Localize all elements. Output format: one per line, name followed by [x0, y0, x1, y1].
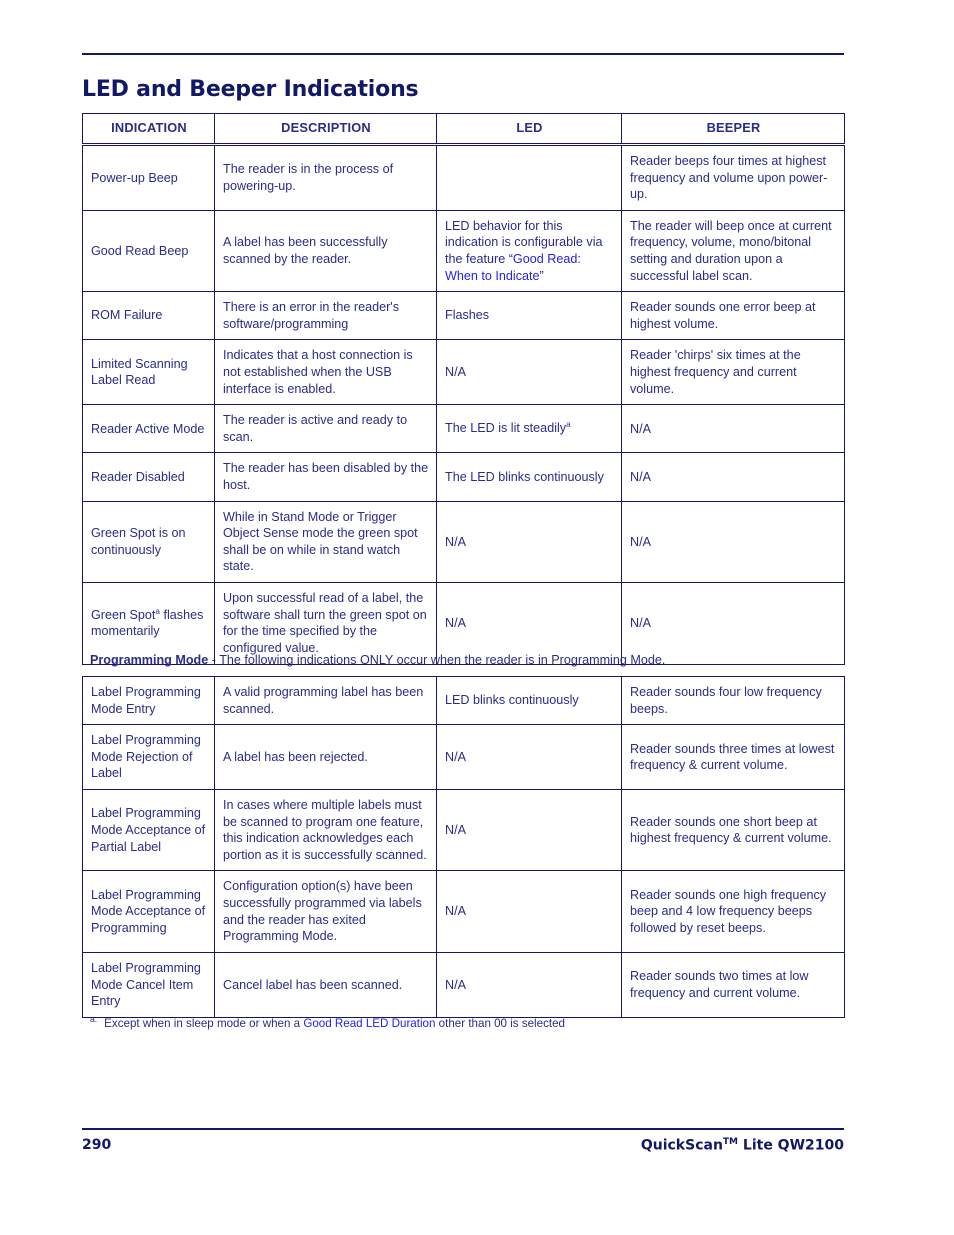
cell-indication: Good Read Beep: [82, 209, 215, 293]
page-title: LED and Beeper Indications: [82, 76, 419, 102]
cell-description: The reader has been disabled by the host…: [214, 452, 437, 502]
cell-description: Indicates that a host connection is not …: [214, 339, 437, 406]
cell-description: Cancel label has been scanned.: [214, 951, 437, 1018]
led-text: The LED is lit steadily: [445, 421, 567, 436]
table-body: Power-up Beep The reader is in the proces…: [82, 143, 845, 665]
cell-beeper: N/A: [621, 500, 845, 584]
cell-led: N/A: [436, 724, 622, 791]
cell-indication: Label Programming Mode Entry: [82, 675, 215, 726]
column-header-led: LED: [436, 113, 622, 146]
table-row: Reader Disabled The reader has been disab…: [82, 452, 845, 502]
cell-description: There is an error in the reader's softwa…: [214, 291, 437, 341]
document-page: LED and Beeper Indications INDICATION DE…: [82, 0, 845, 1235]
table-header-row: INDICATION DESCRIPTION LED BEEPER: [82, 113, 845, 146]
column-header-description: DESCRIPTION: [214, 113, 437, 146]
table-row: Good Read Beep A label has been successfu…: [82, 209, 845, 293]
table-row: ROM Failure There is an error in the read…: [82, 291, 845, 341]
cell-description: A label has been rejected.: [214, 724, 437, 791]
column-header-beeper: BEEPER: [621, 113, 845, 146]
cell-led: N/A: [436, 500, 622, 584]
footer-rule: [82, 1128, 844, 1130]
led-beeper-indications-table: INDICATION DESCRIPTION LED BEEPER Power-…: [82, 113, 845, 665]
product-name-footer: QuickScanTM Lite QW2100: [641, 1137, 844, 1154]
cell-indication: Limited Scanning Label Read: [82, 339, 215, 406]
cell-indication: Label Programming Mode Acceptance of Pro…: [82, 870, 215, 953]
footnote-marker: a.: [90, 1014, 98, 1024]
cell-indication: Green Spota flashes momentarily: [82, 582, 215, 665]
cell-description: The reader is in the process of powering…: [214, 143, 437, 211]
cell-description: In cases where multiple labels must be s…: [214, 789, 437, 872]
cell-led: [436, 143, 622, 211]
cell-indication: Green Spot is on continuously: [82, 500, 215, 584]
cell-description: A valid programming label has been scann…: [214, 675, 437, 726]
footnote: a. Except when in sleep mode or when a Go…: [90, 1014, 565, 1030]
cell-indication: Label Programming Mode Cancel Item Entry: [82, 951, 215, 1018]
footnote-ref: a: [566, 420, 571, 430]
footnote-link[interactable]: Good Read LED Duration: [303, 1017, 435, 1030]
cell-led: N/A: [436, 789, 622, 872]
cell-beeper: Reader sounds one high frequency beep an…: [621, 870, 845, 953]
indication-text: Green Spot: [91, 607, 156, 622]
table-row: Label Programming Mode Cancel Item Entry…: [82, 951, 845, 1018]
cell-beeper: Reader sounds four low frequency beeps.: [621, 675, 845, 726]
table-row: Green Spota flashes momentarily Upon succ…: [82, 582, 845, 665]
footnote-text-before: Except when in sleep mode or when a: [104, 1016, 304, 1030]
cell-indication: Reader Disabled: [82, 452, 215, 502]
cell-beeper: N/A: [621, 404, 845, 454]
table-row: Label Programming Mode Entry A valid prog…: [82, 675, 845, 726]
cell-beeper: Reader beeps four times at highest frequ…: [621, 143, 845, 211]
header-rule: [82, 53, 844, 55]
cell-description: Upon successful read of a label, the sof…: [214, 582, 437, 665]
cell-beeper: The reader will beep once at current fre…: [621, 209, 845, 293]
cell-led: N/A: [436, 582, 622, 665]
table-row: Reader Active Mode The reader is active a…: [82, 404, 845, 454]
cell-led: N/A: [436, 339, 622, 406]
cell-led: The LED is lit steadilya: [436, 404, 622, 454]
led-text-suffix: ”: [539, 268, 544, 283]
cell-led: N/A: [436, 951, 622, 1018]
table-body: Label Programming Mode Entry A valid prog…: [82, 675, 845, 1018]
cell-indication: Power-up Beep: [82, 143, 215, 211]
cell-indication: Label Programming Mode Rejection of Labe…: [82, 724, 215, 791]
table-row: Limited Scanning Label Read Indicates tha…: [82, 339, 845, 406]
cell-beeper: Reader sounds three times at lowest freq…: [621, 724, 845, 791]
cell-led: N/A: [436, 870, 622, 953]
programming-mode-note-text: - The following indications ONLY occur w…: [208, 653, 666, 667]
table-row: Label Programming Mode Acceptance of Par…: [82, 789, 845, 872]
cell-indication: ROM Failure: [82, 291, 215, 341]
footnote-text-after: other than 00 is selected: [435, 1016, 565, 1030]
cell-led: Flashes: [436, 291, 622, 341]
table-row: Power-up Beep The reader is in the proces…: [82, 143, 845, 211]
cell-beeper: Reader 'chirps' six times at the highest…: [621, 339, 845, 406]
cell-beeper: Reader sounds one short beep at highest …: [621, 789, 845, 872]
table-row: Label Programming Mode Acceptance of Pro…: [82, 870, 845, 953]
cell-indication: Reader Active Mode: [82, 404, 215, 454]
cell-indication: Label Programming Mode Acceptance of Par…: [82, 789, 215, 872]
column-header-indication: INDICATION: [82, 113, 215, 146]
product-name: QuickScan: [640, 1137, 723, 1154]
programming-mode-note: Programming Mode - The following indicat…: [90, 653, 665, 667]
table-row: Label Programming Mode Rejection of Labe…: [82, 724, 845, 791]
cell-beeper: Reader sounds two times at low frequency…: [621, 951, 845, 1018]
cell-beeper: N/A: [621, 582, 845, 665]
programming-mode-label: Programming Mode: [90, 653, 209, 667]
cell-led: LED blinks continuously: [436, 675, 622, 726]
page-number: 290: [82, 1137, 112, 1153]
programming-mode-table: Label Programming Mode Entry A valid prog…: [82, 675, 845, 1018]
cell-led: LED behavior for this indication is conf…: [436, 209, 622, 293]
cell-beeper: N/A: [621, 452, 845, 502]
product-suffix: Lite QW2100: [738, 1137, 844, 1154]
trademark-mark: TM: [722, 1137, 739, 1147]
cell-description: A label has been successfully scanned by…: [214, 209, 437, 293]
cell-led: The LED blinks continuously: [436, 452, 622, 502]
table-row: Green Spot is on continuously While in St…: [82, 500, 845, 584]
cell-beeper: Reader sounds one error beep at highest …: [621, 291, 845, 341]
cell-description: The reader is active and ready to scan.: [214, 404, 437, 454]
cell-description: While in Stand Mode or Trigger Object Se…: [214, 500, 437, 584]
cell-description: Configuration option(s) have been succes…: [214, 870, 437, 953]
